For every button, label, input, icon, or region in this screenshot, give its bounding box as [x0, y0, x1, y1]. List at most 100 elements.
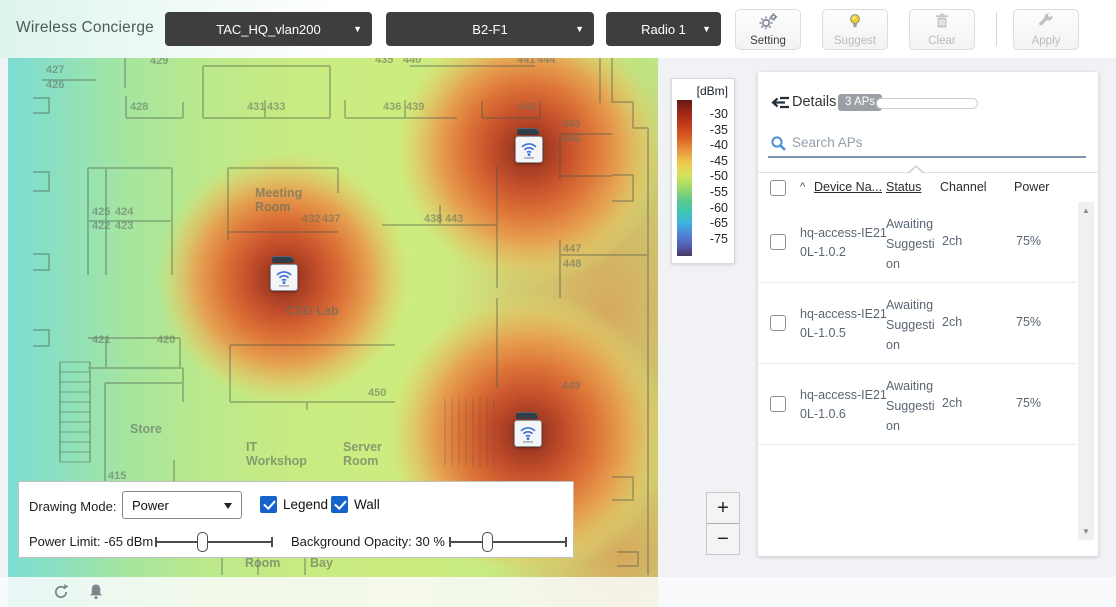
- gears-icon: [758, 13, 778, 34]
- popover-notch-inner: [909, 167, 923, 174]
- room-number-label: 448: [563, 258, 581, 270]
- ap-antenna-cap: [517, 128, 539, 135]
- row-checkbox[interactable]: [770, 396, 786, 412]
- access-point-marker[interactable]: [514, 128, 544, 166]
- wrench-icon: [1038, 13, 1054, 34]
- legend-tick-label: -35: [692, 123, 728, 139]
- legend-color-bar: [677, 100, 692, 256]
- background-opacity-slider-thumb[interactable]: [482, 532, 493, 552]
- ap-table-row[interactable]: hq-access-IE210L-1.0.5 Awaiting Suggesti…: [758, 283, 1076, 364]
- room-number-label: 427: [46, 64, 64, 76]
- search-icon: [770, 135, 787, 157]
- ap-table-row[interactable]: hq-access-IE210L-1.0.2 Awaiting Suggesti…: [758, 202, 1076, 283]
- room-number-label: 447: [563, 243, 581, 255]
- suggest-button[interactable]: Suggest: [822, 9, 888, 50]
- ap-antenna-cap: [516, 412, 538, 419]
- scroll-up-icon[interactable]: ▲: [1078, 206, 1094, 215]
- column-device-name[interactable]: Device Na...: [814, 180, 882, 194]
- bottom-status-bar: [0, 577, 1116, 607]
- ap-table-body: hq-access-IE210L-1.0.2 Awaiting Suggesti…: [758, 202, 1076, 445]
- dbm-legend: [dBm] -30 -35 -40 -45 -50 -55 -60 -65 -7…: [671, 78, 735, 264]
- radio-dropdown-value: Radio 1: [641, 22, 686, 37]
- room-number-label: 426: [46, 79, 64, 91]
- drawing-mode-select[interactable]: Power: [122, 491, 242, 519]
- legend-tick-label: -40: [692, 138, 728, 154]
- legend-checkbox[interactable]: Legend: [260, 496, 328, 513]
- power-limit-slider[interactable]: [155, 534, 273, 550]
- room-number-label: 431: [247, 101, 265, 113]
- chevron-down-icon: ▼: [575, 24, 584, 34]
- apply-button[interactable]: Apply: [1013, 9, 1079, 50]
- clear-button[interactable]: Clear: [909, 9, 975, 50]
- room-number-label: 429: [150, 58, 168, 67]
- table-header: ^ Device Na... Status Channel Power: [758, 172, 1098, 202]
- wall-checkbox[interactable]: Wall: [331, 496, 380, 513]
- room-name-label: ServerRoom: [343, 440, 382, 468]
- room-number-label: 422: [92, 220, 110, 232]
- device-name-cell: hq-access-IE210L-1.0.2: [800, 224, 892, 262]
- room-number-label: 444: [537, 58, 555, 66]
- room-name-label: ITWorkshop: [246, 440, 307, 468]
- collapse-panel-icon[interactable]: [770, 95, 790, 115]
- sort-ascending-icon: ^: [800, 181, 805, 193]
- toolbar-divider: [996, 12, 997, 46]
- background-opacity-slider[interactable]: [449, 534, 567, 550]
- map-zoom-controls: + −: [706, 492, 740, 555]
- scroll-down-icon[interactable]: ▼: [1078, 527, 1094, 536]
- wall-checkbox-label: Wall: [354, 497, 380, 512]
- ap-table-row[interactable]: hq-access-IE210L-1.0.6 Awaiting Suggesti…: [758, 364, 1076, 445]
- room-number-label: 428: [130, 101, 148, 113]
- power-limit-slider-thumb[interactable]: [197, 532, 208, 552]
- room-name-label: MeetingRoom: [255, 186, 302, 214]
- channel-cell: 2ch: [942, 396, 962, 410]
- zoom-out-button[interactable]: −: [707, 524, 739, 554]
- search-input[interactable]: Search APs: [768, 132, 1086, 158]
- room-number-label: 439: [406, 101, 424, 113]
- room-number-label: 436: [383, 101, 401, 113]
- power-cell: 75%: [1016, 234, 1041, 248]
- device-name-cell: hq-access-IE210L-1.0.5: [800, 305, 892, 343]
- room-number-label: 435: [375, 58, 393, 66]
- device-name-cell: hq-access-IE210L-1.0.6: [800, 386, 892, 424]
- legend-title: [dBm]: [677, 84, 728, 98]
- zoom-in-button[interactable]: +: [707, 493, 739, 524]
- wifi-icon: [515, 136, 543, 163]
- legend-tick-label: -65: [692, 216, 728, 232]
- select-all-checkbox[interactable]: [770, 180, 786, 196]
- checkbox-checked-icon: [260, 496, 277, 513]
- suggest-button-label: Suggest: [834, 35, 876, 47]
- status-cell: Awaiting Suggestion: [886, 295, 940, 355]
- setting-button[interactable]: Setting: [735, 9, 801, 50]
- select-chevron-icon: [224, 503, 232, 509]
- bulb-icon: [847, 13, 863, 34]
- room-number-label: 433: [267, 101, 285, 113]
- drawing-mode-label: Drawing Mode:: [29, 499, 116, 514]
- apply-button-label: Apply: [1032, 35, 1061, 47]
- room-number-label: 421: [92, 334, 110, 346]
- details-panel: Details 3 APs Search APs ^ Device Na... …: [758, 72, 1098, 556]
- network-dropdown[interactable]: TAC_HQ_vlan200 ▼: [165, 12, 372, 46]
- room-number-label: 449: [562, 380, 580, 392]
- room-name-label: CSG Lab: [286, 304, 339, 318]
- radio-dropdown[interactable]: Radio 1 ▼: [606, 12, 721, 46]
- table-scrollbar[interactable]: ▲ ▼: [1078, 202, 1094, 540]
- column-status[interactable]: Status: [886, 180, 921, 194]
- status-cell: Awaiting Suggestion: [886, 376, 940, 436]
- setting-button-label: Setting: [750, 35, 786, 47]
- room-number-label: 440: [403, 58, 421, 66]
- floor-dropdown[interactable]: B2-F1 ▼: [386, 12, 594, 46]
- room-name-label: Store: [130, 422, 162, 436]
- floor-dropdown-value: B2-F1: [472, 22, 507, 37]
- legend-tick-label: -55: [692, 185, 728, 201]
- notification-bell-icon[interactable]: [88, 583, 104, 606]
- row-checkbox[interactable]: [770, 315, 786, 331]
- ap-antenna-cap: [272, 256, 294, 263]
- room-number-label: 420: [157, 334, 175, 346]
- legend-tick-label: -75: [692, 232, 728, 248]
- wireless-concierge-app: { "header": { "title": "Wireless Concier…: [0, 0, 1116, 607]
- channel-cell: 2ch: [942, 315, 962, 329]
- access-point-marker[interactable]: [513, 412, 543, 450]
- row-checkbox[interactable]: [770, 234, 786, 250]
- refresh-icon[interactable]: [52, 583, 70, 606]
- access-point-marker[interactable]: [269, 256, 299, 294]
